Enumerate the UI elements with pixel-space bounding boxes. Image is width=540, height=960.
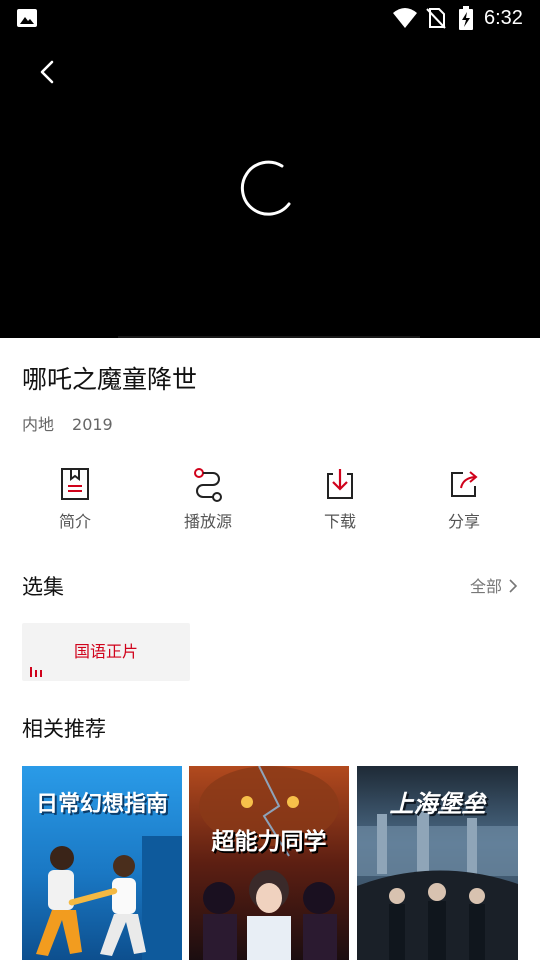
poster-card[interactable]: 上海堡垒	[357, 766, 518, 960]
action-bar: 简介 播放源 下载 分享	[0, 466, 540, 542]
player-progress-line	[118, 336, 420, 338]
movie-region: 内地	[22, 415, 55, 434]
source-label: 播放源	[183, 512, 232, 531]
no-sim-icon	[426, 8, 446, 29]
movie-year: 2019	[72, 415, 113, 434]
recommend-heading: 相关推荐	[22, 717, 106, 741]
episode-item[interactable]: 国语正片	[22, 623, 190, 681]
share-button[interactable]: 分享	[409, 466, 519, 542]
share-label: 分享	[447, 512, 480, 531]
spinner-icon	[240, 160, 291, 216]
poster-illustration	[199, 766, 339, 960]
download-button[interactable]: 下载	[285, 466, 395, 542]
status-bar: 6:32	[0, 0, 540, 36]
book-icon	[61, 468, 89, 500]
intro-label: 简介	[58, 512, 91, 531]
recommend-list: 日常幻想指南 超能力同学 上海堡垒	[22, 766, 518, 960]
share-icon	[451, 471, 478, 497]
route-icon	[194, 468, 222, 502]
chevron-left-icon[interactable]	[30, 54, 66, 90]
episodes-more-button[interactable]: 全部	[470, 576, 518, 598]
source-button[interactable]: 播放源	[153, 466, 263, 542]
poster-title: 日常幻想指南	[35, 792, 168, 817]
playing-bars-icon	[30, 667, 42, 677]
status-time: 6:32	[484, 7, 523, 29]
episodes-more-label: 全部	[469, 577, 502, 596]
poster-card[interactable]: 超能力同学	[189, 766, 349, 960]
intro-button[interactable]: 简介	[20, 466, 130, 542]
gallery-icon	[17, 9, 37, 27]
wifi-icon	[393, 8, 417, 28]
battery-charging-icon	[459, 6, 473, 30]
download-icon	[327, 469, 353, 499]
download-label: 下载	[323, 512, 356, 531]
movie-title: 哪吒之魔童降世	[22, 365, 198, 394]
episodes-heading: 选集	[22, 575, 64, 599]
poster-card[interactable]: 日常幻想指南	[22, 766, 182, 960]
poster-illustration	[36, 836, 182, 960]
chevron-right-icon	[509, 579, 518, 593]
episodes-header: 选集 全部	[22, 572, 518, 602]
poster-title: 上海堡垒	[389, 790, 486, 818]
poster-title: 超能力同学	[211, 829, 327, 855]
recommend-header: 相关推荐	[22, 714, 518, 744]
movie-meta: 内地 2019	[22, 414, 113, 436]
episode-label: 国语正片	[73, 642, 138, 661]
video-player[interactable]	[0, 36, 540, 338]
